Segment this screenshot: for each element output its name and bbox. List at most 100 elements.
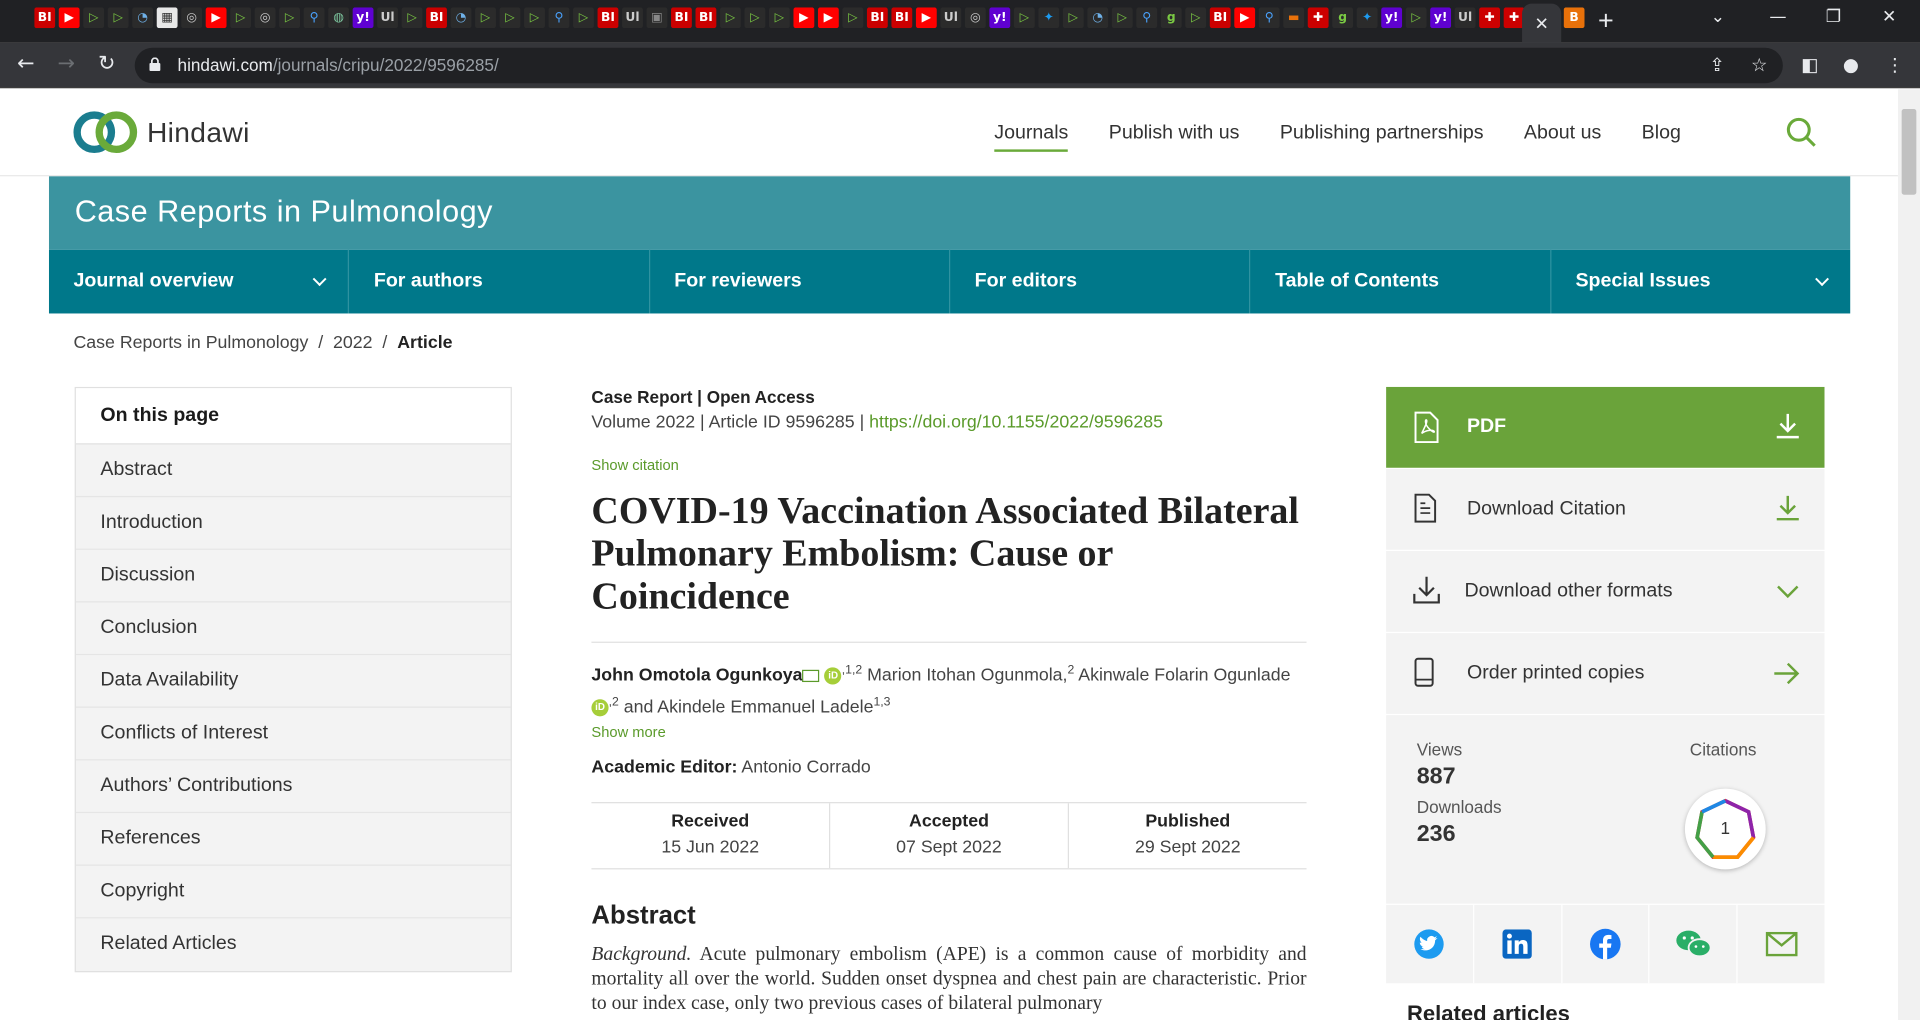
toc-item-conclusion[interactable]: Conclusion [75, 602, 511, 656]
tab-favicon-yahoo[interactable]: y! [989, 7, 1011, 29]
linkedin-share[interactable] [1474, 904, 1562, 984]
breadcrumb-year[interactable]: 2022 [333, 333, 373, 353]
tab-favicon-yahoo[interactable]: y! [1430, 7, 1452, 29]
menu-icon[interactable]: ⋮ [1886, 54, 1904, 76]
toc-item-data-availability[interactable]: Data Availability [75, 655, 511, 708]
tab-favicon-tab[interactable]: ▣ [646, 7, 668, 29]
tab-favicon-play[interactable]: ▷ [401, 7, 423, 29]
pdf-button[interactable]: PDF [1386, 386, 1825, 468]
tab-favicon-shield[interactable]: ◔ [450, 7, 472, 29]
tab-favicon-play[interactable]: ▷ [524, 7, 545, 29]
journal-nav-authors[interactable]: For authors [349, 249, 650, 314]
facebook-share[interactable] [1562, 904, 1650, 984]
orcid-icon[interactable]: iD [591, 698, 609, 717]
nav-blog[interactable]: Blog [1642, 122, 1681, 151]
tab-favicon-yt[interactable]: ▶ [205, 7, 227, 29]
tab-favicon-flag[interactable]: ▬ [1283, 7, 1305, 29]
tab-favicon-globe[interactable]: ◎ [254, 7, 276, 29]
tab-favicon-maple[interactable]: ✚ [1479, 7, 1501, 29]
journal-nav-reviewers[interactable]: For reviewers [650, 249, 951, 314]
tab-favicon-play[interactable]: ▷ [230, 7, 252, 29]
journal-nav-toc[interactable]: Table of Contents [1251, 249, 1552, 314]
author-name[interactable]: and Akindele Emmanuel Ladele [619, 698, 874, 718]
tab-favicon-search[interactable]: ⚲ [1258, 7, 1280, 29]
tab-favicon-bubble[interactable]: ◍ [328, 7, 349, 29]
scrollbar-thumb[interactable] [1901, 108, 1917, 195]
journal-nav-editors[interactable]: For editors [950, 249, 1251, 314]
tab-favicon-g[interactable]: g [1160, 7, 1182, 29]
close-icon[interactable]: ✕ [1534, 13, 1548, 34]
tab-favicon-play[interactable]: ▷ [1405, 7, 1427, 29]
nav-journals[interactable]: Journals [994, 122, 1069, 152]
toc-item-contributions[interactable]: Authors’ Contributions [75, 760, 511, 814]
tab-favicon-BI[interactable]: BI [34, 7, 56, 29]
tab-favicon-yt[interactable]: ▶ [58, 7, 80, 29]
tab-favicon-ul[interactable]: Ul [1454, 7, 1476, 29]
tab-favicon-play[interactable]: ▷ [744, 7, 766, 29]
bookmark-star-icon[interactable]: ☆ [1751, 54, 1767, 76]
tab-favicon-BI[interactable]: BI [1209, 7, 1231, 29]
author-name[interactable]: Akinwale Folarin Ogunlade [1074, 666, 1290, 686]
back-button[interactable]: ← [17, 53, 34, 75]
close-window-button[interactable]: ✕ [1882, 7, 1896, 27]
tab-favicon-play[interactable]: ▷ [720, 7, 741, 29]
tab-favicon-yahoo[interactable]: y! [352, 7, 374, 29]
tab-favicon-grid[interactable]: ▦ [156, 7, 178, 29]
tab-favicon-BI[interactable]: BI [597, 7, 619, 29]
email-share[interactable] [1738, 905, 1825, 983]
tab-favicon-yt[interactable]: ▶ [1234, 7, 1256, 29]
download-other-formats-button[interactable]: Download other formats [1386, 551, 1825, 632]
tab-favicon-play[interactable]: ▷ [842, 7, 864, 29]
page-scrollbar[interactable] [1897, 89, 1920, 1020]
journal-nav-special-issues[interactable]: Special Issues [1551, 250, 1850, 314]
tab-favicon-yt[interactable]: ▶ [793, 7, 815, 29]
tab-favicon-BI[interactable]: BI [695, 7, 717, 29]
wechat-share[interactable] [1650, 904, 1738, 984]
twitter-share[interactable] [1386, 904, 1475, 984]
show-citation-link[interactable]: Show citation [591, 457, 1306, 474]
tab-favicon-BI[interactable]: BI [671, 7, 692, 29]
tab-favicon-search[interactable]: ⚲ [548, 7, 570, 29]
toc-item-abstract[interactable]: Abstract [75, 444, 511, 498]
toc-item-introduction[interactable]: Introduction [75, 497, 511, 550]
show-more-link[interactable]: Show more [591, 723, 1306, 740]
tab-favicon-play[interactable]: ▷ [1013, 7, 1035, 29]
tab-favicon-ul[interactable]: Ul [377, 7, 398, 29]
toc-item-references[interactable]: References [75, 813, 511, 866]
tab-favicon-play[interactable]: ▷ [768, 7, 790, 29]
tab-favicon-play[interactable]: ▷ [107, 7, 129, 29]
toc-item-copyright[interactable]: Copyright [75, 866, 511, 919]
url-text[interactable]: hindawi.com/journals/cripu/2022/9596285/ [178, 55, 499, 75]
active-tab[interactable]: ✕ [1522, 3, 1562, 43]
tab-favicon-play[interactable]: ▷ [475, 7, 496, 29]
orcid-icon[interactable]: iD [824, 667, 842, 685]
download-citation-button[interactable]: Download Citation [1386, 468, 1825, 550]
breadcrumb-journal[interactable]: Case Reports in Pulmonology [73, 333, 308, 353]
restore-button[interactable]: ❐ [1826, 7, 1841, 27]
tab-favicon-yt[interactable]: ▶ [915, 7, 937, 29]
journal-title[interactable]: Case Reports in Pulmonology [75, 195, 493, 231]
toc-item-related[interactable]: Related Articles [76, 918, 511, 971]
tab-favicon-BI[interactable]: BI [891, 7, 913, 29]
author-name[interactable]: Marion Itohan Ogunmola, [862, 666, 1067, 686]
tab-favicon-search[interactable]: ⚲ [303, 7, 325, 29]
profile-icon[interactable]: ● [1843, 54, 1859, 76]
tab-favicon-shield[interactable]: ◔ [1087, 7, 1109, 29]
nav-about-us[interactable]: About us [1524, 122, 1601, 151]
tab-favicon-globe[interactable]: ◎ [964, 7, 986, 29]
new-tab-button[interactable]: + [1598, 7, 1614, 34]
journal-nav-overview[interactable]: Journal overview [49, 249, 350, 314]
tab-favicon-maple[interactable]: ✚ [1307, 7, 1329, 29]
omnibox[interactable]: hindawi.com/journals/cripu/2022/9596285/… [134, 47, 1783, 84]
toc-item-conflicts[interactable]: Conflicts of Interest [75, 708, 511, 761]
share-icon[interactable]: ⇪ [1709, 54, 1724, 76]
tab-favicon-play[interactable]: ▷ [573, 7, 594, 29]
doi-link[interactable]: https://doi.org/10.1155/2022/9596285 [869, 413, 1163, 433]
tab-favicon-play[interactable]: ▷ [83, 7, 105, 29]
tab-favicon-ul[interactable]: Ul [622, 7, 643, 29]
tab-strip-tail[interactable]: B [1563, 7, 1586, 29]
tab-favicon-g[interactable]: g [1332, 7, 1354, 29]
reload-button[interactable]: ↻ [98, 53, 115, 75]
hindawi-logo[interactable]: Hindawi [73, 108, 249, 157]
tab-favicon-play[interactable]: ▷ [1185, 7, 1207, 29]
